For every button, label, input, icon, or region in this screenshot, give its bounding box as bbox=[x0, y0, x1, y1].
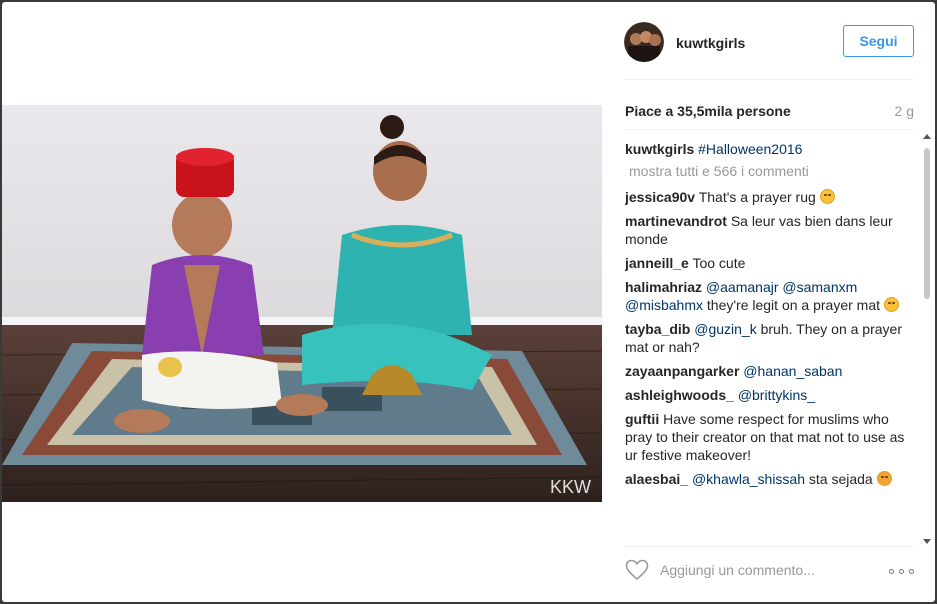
comment-text: Have some respect for muslims who pray t… bbox=[625, 411, 905, 463]
load-more-comments[interactable]: mostra tutti e 566 i commenti bbox=[629, 162, 910, 180]
likes-count[interactable]: Piace a 35,5mila persone bbox=[625, 103, 791, 119]
divider bbox=[624, 546, 914, 547]
unamused-emoji bbox=[819, 189, 835, 204]
angry-emoji bbox=[876, 471, 892, 486]
follow-button[interactable]: Segui bbox=[843, 25, 914, 57]
comment-item: janneill_e Too cute bbox=[625, 254, 910, 272]
comment-item: alaesbai_ @khawla_shissah sta sejada bbox=[625, 470, 910, 488]
post-age[interactable]: 2 g bbox=[895, 103, 914, 119]
comment-item: martinevandrot Sa leur vas bien dans leu… bbox=[625, 212, 910, 248]
avatar[interactable] bbox=[624, 22, 664, 62]
comment-item: zayaanpangarker @hanan_saban bbox=[625, 362, 910, 380]
post-header: kuwtkgirls Segui bbox=[624, 22, 914, 64]
more-options-icon[interactable] bbox=[889, 569, 915, 575]
comment-mention[interactable]: @brittykins_ bbox=[738, 387, 815, 403]
comment-username[interactable]: jessica90v bbox=[625, 189, 695, 205]
comment-username[interactable]: guftii bbox=[625, 411, 659, 427]
comment-username[interactable]: tayba_dib bbox=[625, 321, 690, 337]
comments-scrollbar[interactable] bbox=[921, 134, 933, 544]
post-sidebar: kuwtkgirls Segui Piace a 35,5mila person… bbox=[602, 2, 935, 602]
comment-mention[interactable]: @hanan_saban bbox=[743, 363, 842, 379]
comment-username[interactable]: ashleighwoods_ bbox=[625, 387, 734, 403]
comment-item: tayba_dib @guzin_k bruh. They on a praye… bbox=[625, 320, 910, 356]
comment-text: That's a prayer rug bbox=[698, 189, 816, 205]
scroll-up-arrow-icon[interactable] bbox=[923, 134, 931, 139]
comment-mention[interactable]: @guzin_k bbox=[694, 321, 756, 337]
comment-text: they're legit on a prayer mat bbox=[706, 297, 880, 313]
comment-rows: jessica90v That's a prayer rug martineva… bbox=[625, 188, 910, 488]
caption-hashtag[interactable]: #Halloween2016 bbox=[698, 141, 802, 157]
post-username[interactable]: kuwtkgirls bbox=[676, 35, 745, 51]
caption: kuwtkgirls #Halloween2016 bbox=[625, 140, 910, 158]
photo-watermark: KKW bbox=[550, 477, 591, 497]
comment-item: ashleighwoods_ @brittykins_ bbox=[625, 386, 910, 404]
comment-item: halimahriaz @aamanajr @samanxm @misbahmx… bbox=[625, 278, 910, 314]
comment-username[interactable]: alaesbai_ bbox=[625, 471, 688, 487]
post-dialog: KKW kuwtkgirls Segui Piace a 35,5mila pe… bbox=[2, 2, 935, 602]
avatar-image bbox=[624, 22, 664, 62]
divider bbox=[624, 79, 914, 80]
comment-username[interactable]: zayaanpangarker bbox=[625, 363, 739, 379]
comments-list: kuwtkgirls #Halloween2016 mostra tutti e… bbox=[625, 140, 910, 538]
post-photo[interactable]: KKW bbox=[2, 105, 602, 502]
caption-username[interactable]: kuwtkgirls bbox=[625, 141, 694, 157]
comment-username[interactable]: janneill_e bbox=[625, 255, 689, 271]
heart-icon[interactable] bbox=[625, 559, 649, 581]
comment-item: guftii Have some respect for muslims who… bbox=[625, 410, 910, 464]
comment-mention[interactable]: @khawla_shissah bbox=[692, 471, 805, 487]
comment-input[interactable] bbox=[660, 558, 870, 582]
comment-item: jessica90v That's a prayer rug bbox=[625, 188, 910, 206]
comment-text: sta sejada bbox=[808, 471, 873, 487]
divider bbox=[624, 129, 914, 130]
comment-text: Too cute bbox=[692, 255, 746, 271]
photo-illustration: KKW bbox=[2, 105, 602, 502]
scroll-down-arrow-icon[interactable] bbox=[923, 539, 931, 544]
comment-username[interactable]: martinevandrot bbox=[625, 213, 727, 229]
comment-username[interactable]: halimahriaz bbox=[625, 279, 702, 295]
unamused-emoji bbox=[883, 297, 899, 312]
scroll-thumb[interactable] bbox=[924, 148, 930, 299]
